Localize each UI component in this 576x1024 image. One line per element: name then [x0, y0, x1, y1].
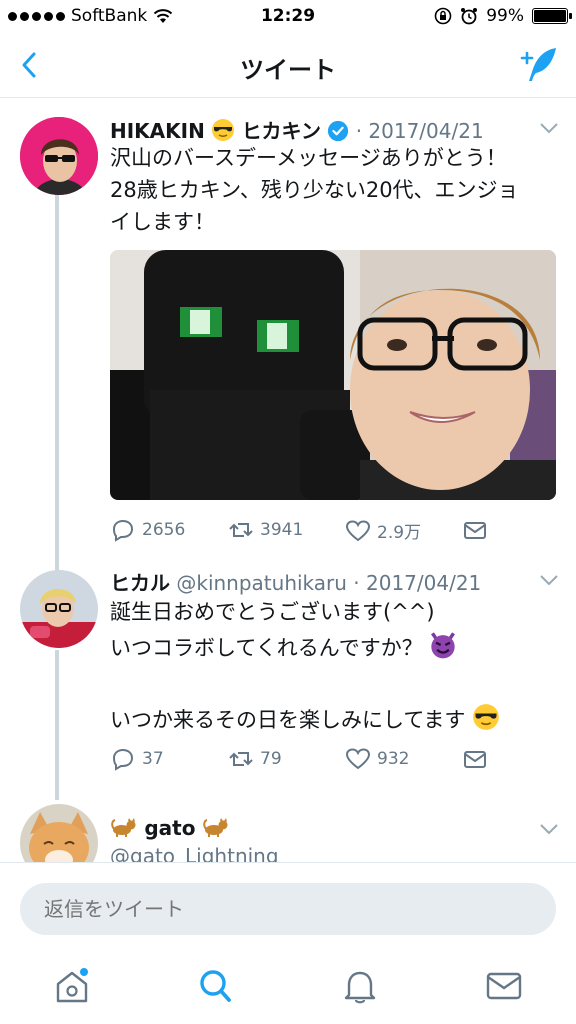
chevron-down-icon[interactable] — [538, 573, 560, 587]
home-icon[interactable] — [50, 966, 94, 1006]
user-handle[interactable]: @kinnpatuhikaru — [176, 571, 347, 595]
chevron-down-icon[interactable] — [538, 822, 560, 836]
page-title: ツイート — [240, 56, 336, 84]
avatar-photo — [20, 117, 98, 195]
heart-icon — [345, 519, 371, 541]
alarm-icon — [461, 8, 478, 25]
display-name[interactable]: gato — [144, 816, 195, 840]
reply-tweet-partial[interactable]: gato @gato_Lightning — [0, 798, 576, 862]
reply-button[interactable]: 37 — [110, 747, 164, 771]
cat-emoji-icon — [111, 818, 136, 837]
search-icon[interactable] — [194, 966, 238, 1006]
tweet-photo[interactable] — [110, 250, 556, 500]
reply-icon — [112, 748, 134, 771]
tweet-text-line: 28歳ヒカキン、残り少ない20代、エンジョ — [110, 178, 519, 202]
envelope-icon — [464, 522, 486, 539]
tweet-date: · 2017/04/21 — [353, 571, 482, 595]
reply-count: 37 — [142, 749, 164, 769]
battery-percent: 99% — [486, 6, 524, 26]
tweet-text-line: 沢山のバースデーメッセージありがとう！ — [110, 146, 507, 170]
tab-bar — [0, 950, 576, 1024]
avatar-photo — [20, 804, 98, 862]
tweet-text-segment: いつコラボしてくれるんですか？ — [110, 636, 423, 660]
sunglasses-emoji-icon — [473, 704, 499, 730]
like-count: 2.9万 — [377, 523, 422, 543]
battery-icon — [532, 8, 572, 24]
compose-tweet-icon[interactable] — [516, 44, 560, 84]
like-button[interactable]: 2.9万 — [345, 518, 421, 543]
tweet-header: ヒカル @kinnpatuhikaru · 2017/04/21 — [110, 567, 481, 596]
retweet-icon — [229, 752, 253, 766]
retweet-count: 79 — [260, 749, 282, 769]
thread-connector — [55, 650, 59, 800]
tweet-text-line-empty — [110, 666, 560, 702]
cat-emoji-icon — [203, 818, 228, 837]
tweet-header: HIKAKIN ヒカキン · 2017/04/21 — [110, 115, 484, 144]
like-count: 932 — [377, 749, 410, 769]
tweet-text: 沢山のバースデーメッセージありがとう！ 28歳ヒカキン、残り少ない20代、エンジ… — [110, 142, 560, 238]
verified-badge-icon — [328, 120, 349, 142]
reply-button[interactable]: 2656 — [110, 518, 185, 542]
avatar-gato[interactable] — [20, 804, 98, 862]
retweet-button[interactable]: 3941 — [228, 518, 303, 542]
notification-dot — [80, 968, 88, 976]
navigation-bar: ツイート — [0, 34, 576, 98]
reply-input[interactable] — [20, 883, 556, 935]
reply-count: 2656 — [142, 520, 186, 540]
avatar-hikaru[interactable] — [20, 570, 98, 648]
envelope-icon[interactable] — [482, 966, 526, 1006]
tweet-text-line: いつコラボしてくれるんですか？ — [110, 630, 560, 666]
tweet-text-line: イします！ — [110, 210, 215, 234]
photo-plush-and-person — [110, 250, 556, 500]
battery-level — [534, 10, 566, 22]
retweet-count: 3941 — [260, 520, 304, 540]
user-handle[interactable]: @gato_Lightning — [110, 844, 279, 862]
retweet-icon — [229, 523, 253, 537]
tweet-text-segment: いつか来るその日を楽しみにしてます — [110, 708, 466, 732]
sunglasses-emoji-icon — [212, 119, 235, 141]
avatar-photo — [20, 570, 98, 648]
display-name[interactable]: HIKAKIN — [110, 119, 205, 143]
dm-share-button[interactable] — [462, 747, 488, 771]
tweet-text-segment: 誕生日おめでとうございます(^^) — [110, 600, 435, 624]
rotation-lock-icon — [434, 7, 452, 25]
status-right: 99% — [434, 6, 572, 26]
tweet-date: · 2017/04/21 — [355, 119, 484, 143]
tweet-text-line: いつか来るその日を楽しみにしてます — [110, 702, 560, 738]
display-name-suffix[interactable]: ヒカキン — [242, 119, 321, 143]
smiling-devil-emoji-icon — [431, 632, 456, 659]
chevron-down-icon[interactable] — [538, 121, 560, 135]
reply-composer — [0, 862, 576, 950]
thread-connector — [55, 195, 59, 577]
tweet-text-line: 誕生日おめでとうございます(^^) — [110, 594, 560, 630]
tweet-text: 誕生日おめでとうございます(^^) いつコラボしてくれるんですか？ いつか来るそ… — [110, 594, 560, 738]
like-button[interactable]: 932 — [345, 747, 409, 771]
retweet-button[interactable]: 79 — [228, 747, 282, 771]
reply-icon — [112, 519, 134, 542]
tweet-header: gato — [110, 815, 230, 840]
envelope-icon — [464, 751, 486, 768]
bell-icon[interactable] — [338, 966, 382, 1006]
dm-share-button[interactable] — [462, 518, 488, 542]
status-bar: SoftBank 12:29 99% — [0, 0, 576, 34]
avatar-hikakin[interactable] — [20, 117, 98, 195]
heart-icon — [345, 748, 371, 770]
display-name[interactable]: ヒカル — [110, 571, 170, 595]
